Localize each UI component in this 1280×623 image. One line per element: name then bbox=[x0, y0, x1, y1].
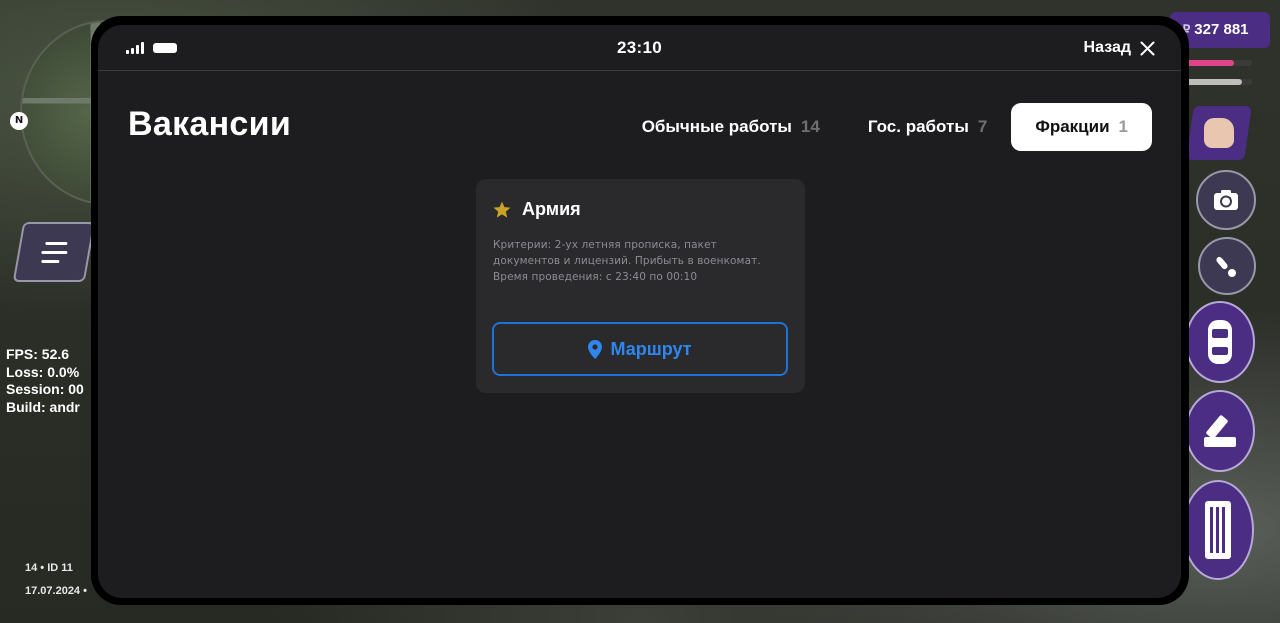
camera-rotate-icon bbox=[1214, 190, 1238, 210]
fps-text: FPS: 52.6 bbox=[6, 346, 70, 362]
money-amount: 327 881 bbox=[1194, 21, 1249, 38]
phone-screen: 23:10 Назад Вакансии Обычные работы 14 Г… bbox=[98, 25, 1181, 598]
category-tabs: Обычные работы 14 Гос. работы 7 Фракции … bbox=[618, 103, 1152, 151]
tab-regular-jobs[interactable]: Обычные работы 14 bbox=[618, 103, 844, 151]
fist-icon bbox=[1204, 118, 1234, 148]
route-label: Маршрут bbox=[610, 338, 692, 359]
tab-count: 7 bbox=[977, 117, 988, 136]
tab-factions[interactable]: Фракции 1 bbox=[1011, 103, 1152, 151]
menu-icon bbox=[41, 242, 68, 269]
vehicle-button[interactable] bbox=[1185, 301, 1255, 383]
game-menu-button[interactable] bbox=[12, 222, 96, 282]
microphone-icon bbox=[1216, 256, 1236, 277]
brake-icon bbox=[1204, 415, 1236, 447]
player-id-text: 14 • ID 11 bbox=[25, 562, 73, 574]
job-title: Армия bbox=[522, 199, 581, 219]
car-icon bbox=[1208, 320, 1232, 364]
armor-bar-fill bbox=[1186, 79, 1243, 85]
gas-pedal-button[interactable] bbox=[1182, 480, 1254, 580]
tab-label: Гос. работы bbox=[867, 117, 969, 136]
job-description-line: Критерии: 2-ух летняя прописка, пакет bbox=[493, 239, 717, 251]
location-pin-icon bbox=[588, 339, 603, 359]
star-icon bbox=[493, 201, 511, 218]
player-info: 14 • ID 11 17.07.2024 • bbox=[25, 557, 87, 603]
tab-count: 14 bbox=[800, 117, 820, 136]
close-icon bbox=[1140, 41, 1155, 55]
date-text: 17.07.2024 • bbox=[25, 585, 87, 597]
job-card-header: Армия bbox=[492, 199, 581, 220]
weapon-slot-button[interactable] bbox=[1186, 106, 1252, 160]
phone-clock: 23:10 bbox=[617, 38, 662, 57]
camera-button[interactable] bbox=[1196, 170, 1256, 230]
job-card: Армия Критерии: 2-ух летняя прописка, па… bbox=[476, 179, 805, 393]
back-button[interactable]: Назад bbox=[1084, 36, 1155, 60]
microphone-button[interactable] bbox=[1198, 237, 1256, 295]
job-description: Критерии: 2-ух летняя прописка, пакет до… bbox=[493, 237, 793, 286]
north-indicator: N bbox=[10, 112, 28, 130]
debug-overlay: FPS: 52.6 Loss: 0.0% Session: 00 Build: … bbox=[6, 346, 84, 416]
tab-label: Фракции bbox=[1035, 117, 1110, 136]
job-description-line: документов и лицензий. Прибыть в военком… bbox=[493, 255, 761, 268]
gas-pedal-icon bbox=[1205, 501, 1231, 559]
session-text: Session: 00 bbox=[6, 381, 84, 397]
loss-text: Loss: 0.0% bbox=[6, 363, 80, 380]
brake-pedal-button[interactable] bbox=[1185, 390, 1255, 472]
tab-label: Обычные работы bbox=[641, 117, 792, 136]
health-bar bbox=[1186, 60, 1252, 66]
health-bar-fill bbox=[1186, 60, 1234, 66]
route-button[interactable]: Маршрут bbox=[492, 322, 788, 376]
back-label: Назад bbox=[1083, 39, 1131, 56]
tab-government-jobs[interactable]: Гос. работы 7 bbox=[844, 103, 1011, 151]
tab-count: 1 bbox=[1118, 117, 1128, 136]
page-title: Вакансии bbox=[128, 105, 292, 143]
phone-status-bar: 23:10 Назад bbox=[98, 25, 1181, 71]
armor-bar bbox=[1186, 79, 1252, 85]
build-text: Build: andr bbox=[6, 398, 80, 415]
job-description-line: Время проведения: с 23:40 по 00:10 bbox=[493, 271, 698, 284]
